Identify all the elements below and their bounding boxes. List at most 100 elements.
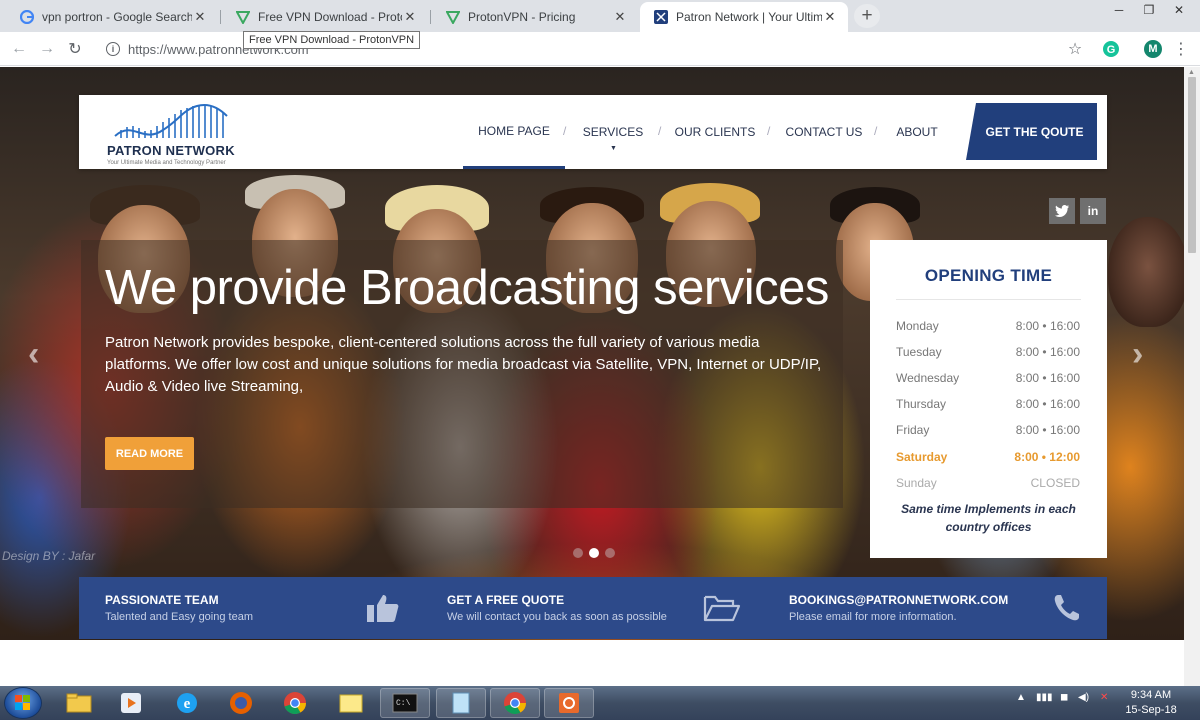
hours-time: 8:00 • 12:00 bbox=[1014, 450, 1080, 464]
slider-prev-icon[interactable]: ‹ bbox=[28, 335, 39, 374]
hours-day: Saturday bbox=[896, 450, 948, 464]
firefox-icon[interactable] bbox=[216, 688, 266, 718]
slider-dot[interactable] bbox=[605, 548, 615, 558]
hours-day: Tuesday bbox=[896, 345, 942, 359]
linkedin-icon[interactable]: in bbox=[1080, 198, 1106, 224]
tab-strip: vpn portron - Google Search ✕ Free VPN D… bbox=[0, 0, 1200, 32]
tab-patron-network[interactable]: Patron Network | Your Ultimate M ✕ bbox=[640, 2, 848, 32]
tab-protonvpn-pricing[interactable]: ProtonVPN - Pricing ✕ bbox=[432, 2, 638, 32]
clock-date: 15-Sep-18 bbox=[1125, 704, 1177, 716]
nav-about[interactable]: ABOUT bbox=[891, 95, 943, 169]
design-credit: Design BY : Jafar bbox=[2, 549, 96, 563]
new-tab-button[interactable]: + bbox=[854, 4, 880, 28]
hours-row-saturday: Saturday 8:00 • 12:00 bbox=[896, 450, 1080, 468]
hours-time: CLOSED bbox=[1030, 476, 1080, 490]
tray-expand-icon[interactable]: ▲ bbox=[1016, 692, 1026, 703]
read-more-button[interactable]: READ MORE bbox=[105, 437, 194, 470]
site-header: PATRON NETWORK Your Ultimate Media and T… bbox=[79, 95, 1107, 169]
info-title: PASSIONATE TEAM bbox=[105, 593, 219, 607]
sticky-folder-icon[interactable] bbox=[326, 688, 376, 718]
hours-day: Monday bbox=[896, 319, 939, 333]
opening-time-title: OPENING TIME bbox=[924, 266, 1053, 285]
action-center-icon[interactable]: ✕ bbox=[1100, 692, 1108, 703]
internet-explorer-icon[interactable]: e bbox=[162, 688, 212, 718]
chrome-window-icon[interactable] bbox=[490, 688, 540, 718]
nav-services[interactable]: SERVICES bbox=[579, 95, 647, 169]
tab-free-vpn[interactable]: Free VPN Download - ProtonVPN ✕ bbox=[222, 2, 428, 32]
page-scrollbar[interactable]: ▲ bbox=[1184, 67, 1200, 686]
nav-our-clients[interactable]: OUR CLIENTS bbox=[675, 95, 756, 169]
logo-tagline: Your Ultimate Media and Technology Partn… bbox=[107, 160, 226, 166]
slider-dots bbox=[573, 548, 615, 558]
twitter-icon[interactable] bbox=[1049, 198, 1075, 224]
speaker-icon[interactable]: ◀) bbox=[1078, 692, 1089, 703]
file-explorer-icon[interactable] bbox=[54, 688, 104, 718]
hours-time: 8:00 • 16:00 bbox=[1015, 319, 1080, 333]
hours-time: 8:00 • 16:00 bbox=[1015, 345, 1080, 359]
start-button[interactable] bbox=[4, 687, 42, 719]
info-subtitle: Talented and Easy going team bbox=[105, 611, 253, 623]
chevron-down-icon[interactable]: ▼ bbox=[610, 145, 617, 152]
info-email[interactable]: BOOKINGS@PATRONNETWORK.COM bbox=[789, 593, 1008, 607]
chrome-icon[interactable] bbox=[270, 688, 320, 718]
window-close-icon[interactable]: ✕ bbox=[1164, 0, 1194, 20]
notepad-icon[interactable] bbox=[436, 688, 486, 718]
media-player-icon[interactable] bbox=[106, 688, 156, 718]
tab-divider bbox=[220, 10, 221, 24]
tab-tooltip: Free VPN Download - ProtonVPN bbox=[243, 31, 421, 49]
hours-time: 8:00 • 16:00 bbox=[1015, 423, 1080, 437]
proton-vpn-icon bbox=[236, 10, 250, 24]
hours-row: Friday 8:00 • 16:00 bbox=[896, 423, 1080, 441]
get-quote-button[interactable]: GET THE QOUTE bbox=[966, 103, 1097, 160]
svg-text:G: G bbox=[1107, 44, 1116, 56]
close-icon[interactable]: ✕ bbox=[402, 9, 418, 25]
hours-row: Tuesday 8:00 • 16:00 bbox=[896, 345, 1080, 363]
menu-dots-icon[interactable]: ⋮ bbox=[1172, 40, 1190, 58]
scroll-up-icon[interactable]: ▲ bbox=[1188, 69, 1195, 76]
slider-dot[interactable] bbox=[573, 548, 583, 558]
proton-vpn-icon bbox=[446, 10, 460, 24]
close-icon[interactable]: ✕ bbox=[822, 9, 838, 25]
tab-divider bbox=[430, 10, 431, 24]
close-icon[interactable]: ✕ bbox=[192, 9, 208, 25]
recorder-app-icon[interactable] bbox=[544, 688, 594, 718]
scroll-thumb[interactable] bbox=[1188, 77, 1196, 253]
nav-home-page[interactable]: HOME PAGE bbox=[463, 95, 565, 169]
tab-title: vpn portron - Google Search bbox=[42, 10, 192, 24]
network-signal-icon[interactable]: ▮▮▮ bbox=[1036, 692, 1053, 703]
tab-title: ProtonVPN - Pricing bbox=[468, 10, 576, 24]
bookmark-star-icon[interactable]: ☆ bbox=[1066, 40, 1084, 58]
folder-open-icon bbox=[703, 592, 741, 624]
info-icon[interactable]: i bbox=[106, 42, 120, 56]
svg-text:e: e bbox=[184, 696, 191, 712]
grammarly-icon[interactable]: G bbox=[1102, 40, 1120, 58]
system-clock[interactable]: 9:34 AM 15-Sep-18 bbox=[1120, 688, 1182, 718]
site-logo[interactable]: PATRON NETWORK Your Ultimate Media and T… bbox=[107, 100, 237, 166]
svg-text:C:\: C:\ bbox=[396, 699, 411, 708]
forward-arrow-icon[interactable]: → bbox=[36, 38, 58, 60]
back-arrow-icon[interactable]: ← bbox=[8, 38, 30, 60]
hours-time: 8:00 • 16:00 bbox=[1015, 371, 1080, 385]
logo-wave-icon bbox=[114, 104, 228, 138]
slider-next-icon[interactable]: › bbox=[1132, 335, 1143, 374]
hours-day: Wednesday bbox=[896, 371, 960, 385]
hero-description: Patron Network provides bespoke, client-… bbox=[105, 334, 822, 395]
web-page: We provide Broadcasting services Patron … bbox=[0, 67, 1184, 686]
patron-network-icon bbox=[654, 10, 668, 24]
close-icon[interactable]: ✕ bbox=[612, 9, 628, 25]
nav-separator: / bbox=[563, 124, 567, 138]
hours-time: 8:00 • 16:00 bbox=[1015, 397, 1080, 411]
nav-contact-us[interactable]: CONTACT US bbox=[785, 95, 863, 169]
profile-avatar[interactable]: M bbox=[1144, 40, 1162, 58]
slider-dot-active[interactable] bbox=[589, 548, 599, 558]
reload-icon[interactable]: ↻ bbox=[64, 38, 86, 60]
hero-headline: We provide Broadcasting services bbox=[105, 261, 829, 315]
command-prompt-icon[interactable]: C:\ bbox=[380, 688, 430, 718]
player-face bbox=[1108, 217, 1184, 327]
hours-row-sunday: Sunday CLOSED bbox=[896, 476, 1080, 494]
tray-app-icon[interactable]: ◼ bbox=[1060, 692, 1068, 703]
tab-google-search[interactable]: vpn portron - Google Search ✕ bbox=[6, 2, 218, 32]
clock-time: 9:34 AM bbox=[1130, 689, 1172, 701]
restore-icon[interactable]: ❐ bbox=[1134, 0, 1164, 20]
minimize-icon[interactable]: ─ bbox=[1104, 0, 1134, 20]
